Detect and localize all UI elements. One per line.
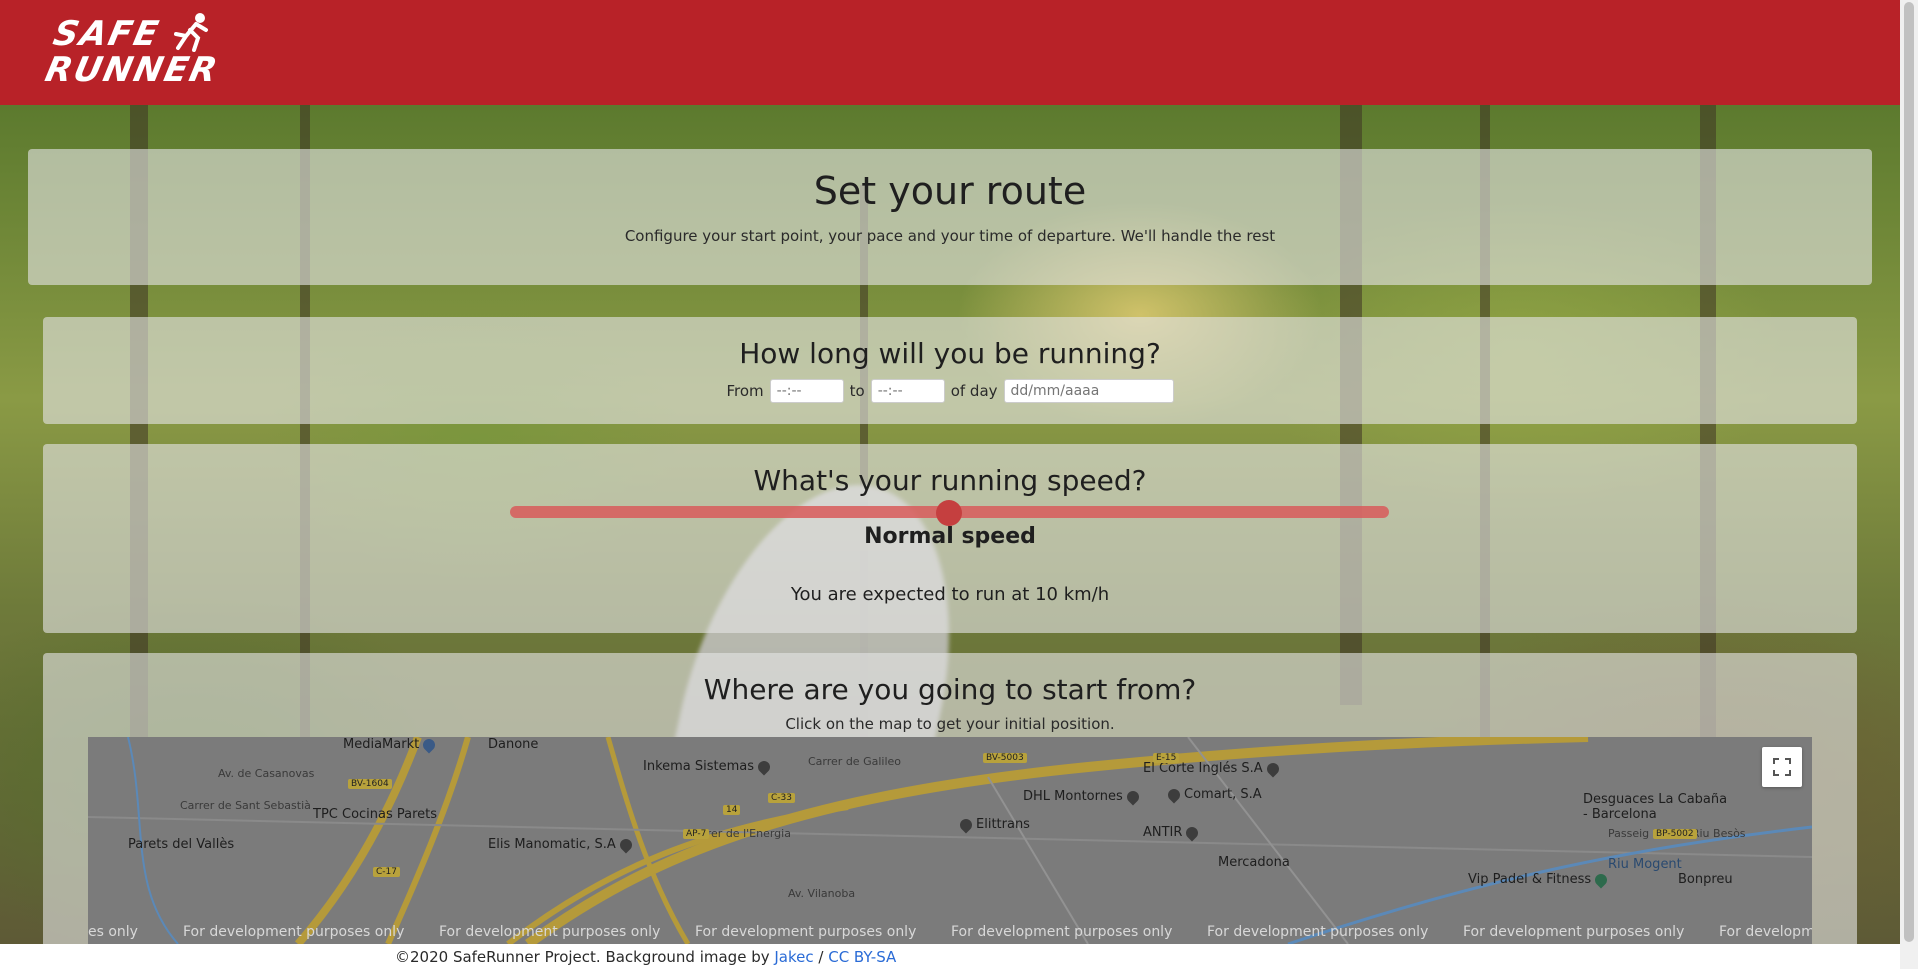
day-label: of day xyxy=(950,382,998,400)
map-street-label: Carrer de Galileo xyxy=(808,755,901,768)
map-poi-elis[interactable]: Elis Manomatic, S.A xyxy=(488,836,635,853)
footer-copyright: ©2020 SafeRunner Project. Background ima… xyxy=(395,948,775,966)
top-navbar: SAFE RUNNER xyxy=(0,0,1900,105)
map-street-label: Av. Vilanoba xyxy=(788,887,856,900)
map-poi-antir[interactable]: ANTIR xyxy=(1143,824,1201,841)
page-title: Set your route xyxy=(813,169,1087,213)
logo-text-line2: RUNNER xyxy=(41,50,223,90)
footer-credits: ©2020 SafeRunner Project. Background ima… xyxy=(395,948,896,966)
dev-watermark: For development purposes only xyxy=(695,924,917,940)
speed-level-label: Normal speed xyxy=(864,524,1036,549)
time-heading: How long will you be running? xyxy=(739,337,1161,370)
road-badge: BV-5003 xyxy=(983,753,1027,763)
road-badge: 14 xyxy=(723,805,741,815)
dev-watermark: For development purposes only xyxy=(183,924,405,940)
dev-watermark: For development purposes only xyxy=(1463,924,1685,940)
to-label: to xyxy=(849,382,865,400)
map-street-label: Riu Mogent xyxy=(1608,857,1682,872)
start-map[interactable]: MediaMarkt Danone Inkema Sistemas El Cor… xyxy=(88,737,1812,944)
map-poi-danone[interactable]: Danone xyxy=(488,737,538,752)
from-label: From xyxy=(726,382,764,400)
map-fullscreen-button[interactable] xyxy=(1762,747,1802,787)
dev-watermark: For developm xyxy=(1719,924,1812,940)
map-poi-bonpreu[interactable]: Bonpreu xyxy=(1678,872,1733,887)
start-time-input[interactable] xyxy=(769,379,844,403)
speed-expectation-text: You are expected to run at 10 km/h xyxy=(790,584,1110,605)
scrollbar-thumb[interactable] xyxy=(1904,2,1914,942)
road-badge: AP-7 xyxy=(683,829,710,839)
dev-watermark: For development purposes only xyxy=(1207,924,1429,940)
time-row: From to of day xyxy=(43,379,1857,403)
map-poi-mercadona[interactable]: Mercadona xyxy=(1218,855,1290,870)
runner-icon xyxy=(174,13,208,52)
page-subtitle: Configure your start point, your pace an… xyxy=(624,227,1276,245)
footer-separator: / xyxy=(813,948,829,966)
speed-slider-thumb[interactable] xyxy=(936,500,962,526)
date-input[interactable] xyxy=(1003,379,1174,403)
footer-license-link[interactable]: CC BY-SA xyxy=(828,948,896,966)
map-poi-inkema[interactable]: Inkema Sistemas xyxy=(643,758,773,775)
map-poi-vip-padel[interactable]: Vip Padel & Fitness xyxy=(1468,871,1610,888)
map-poi-dhl[interactable]: DHL Montornes xyxy=(1023,788,1142,805)
road-badge: BP-5002 xyxy=(1653,829,1697,839)
start-heading: Where are you going to start from? xyxy=(703,673,1197,706)
road-badge: C-33 xyxy=(768,793,795,803)
map-street-label: Av. de Casanovas xyxy=(218,767,315,780)
map-hint: Click on the map to get your initial pos… xyxy=(785,715,1115,733)
dev-watermark-row: es only For development purposes only Fo… xyxy=(88,924,1812,942)
route-intro-panel: Set your route Configure your start poin… xyxy=(28,149,1872,285)
map-roads xyxy=(88,737,1812,944)
page-scrollbar[interactable] xyxy=(1900,0,1918,969)
dev-watermark: For development purposes only xyxy=(951,924,1173,940)
road-badge: C-17 xyxy=(373,867,400,877)
footer-author-link[interactable]: Jakec xyxy=(774,948,813,966)
map-street-label: Carrer de Sant Sebastià xyxy=(180,799,311,812)
page-footer: ©2020 SafeRunner Project. Background ima… xyxy=(0,944,1900,969)
logo-text-line1: SAFE xyxy=(49,14,164,54)
map-poi-comart[interactable]: Comart, S.A xyxy=(1165,786,1262,803)
map-poi-mediamarkt[interactable]: MediaMarkt xyxy=(343,737,438,753)
speed-panel: What's your running speed? Normal speed … xyxy=(43,444,1857,633)
map-poi-parets[interactable]: Parets del Vallès xyxy=(128,837,234,852)
time-panel: How long will you be running? From to of… xyxy=(43,317,1857,424)
dev-watermark: es only xyxy=(88,924,138,940)
fullscreen-icon xyxy=(1773,758,1791,776)
map-poi-desguaces[interactable]: Desguaces La Cabaña - Barcelona xyxy=(1583,792,1733,822)
road-badge: BV-1604 xyxy=(348,779,392,789)
speed-heading: What's your running speed? xyxy=(753,464,1147,497)
road-badge: E-15 xyxy=(1153,753,1180,763)
map-poi-elittrans[interactable]: Elittrans xyxy=(957,816,1030,833)
dev-watermark: For development purposes only xyxy=(439,924,661,940)
map-poi-tpc-cocinas[interactable]: TPC Cocinas Parets xyxy=(313,807,437,822)
end-time-input[interactable] xyxy=(870,379,945,403)
saferunner-logo[interactable]: SAFE RUNNER xyxy=(41,12,224,92)
map-poi-el-corte-ingles[interactable]: El Corte Inglés S.A xyxy=(1143,760,1282,777)
